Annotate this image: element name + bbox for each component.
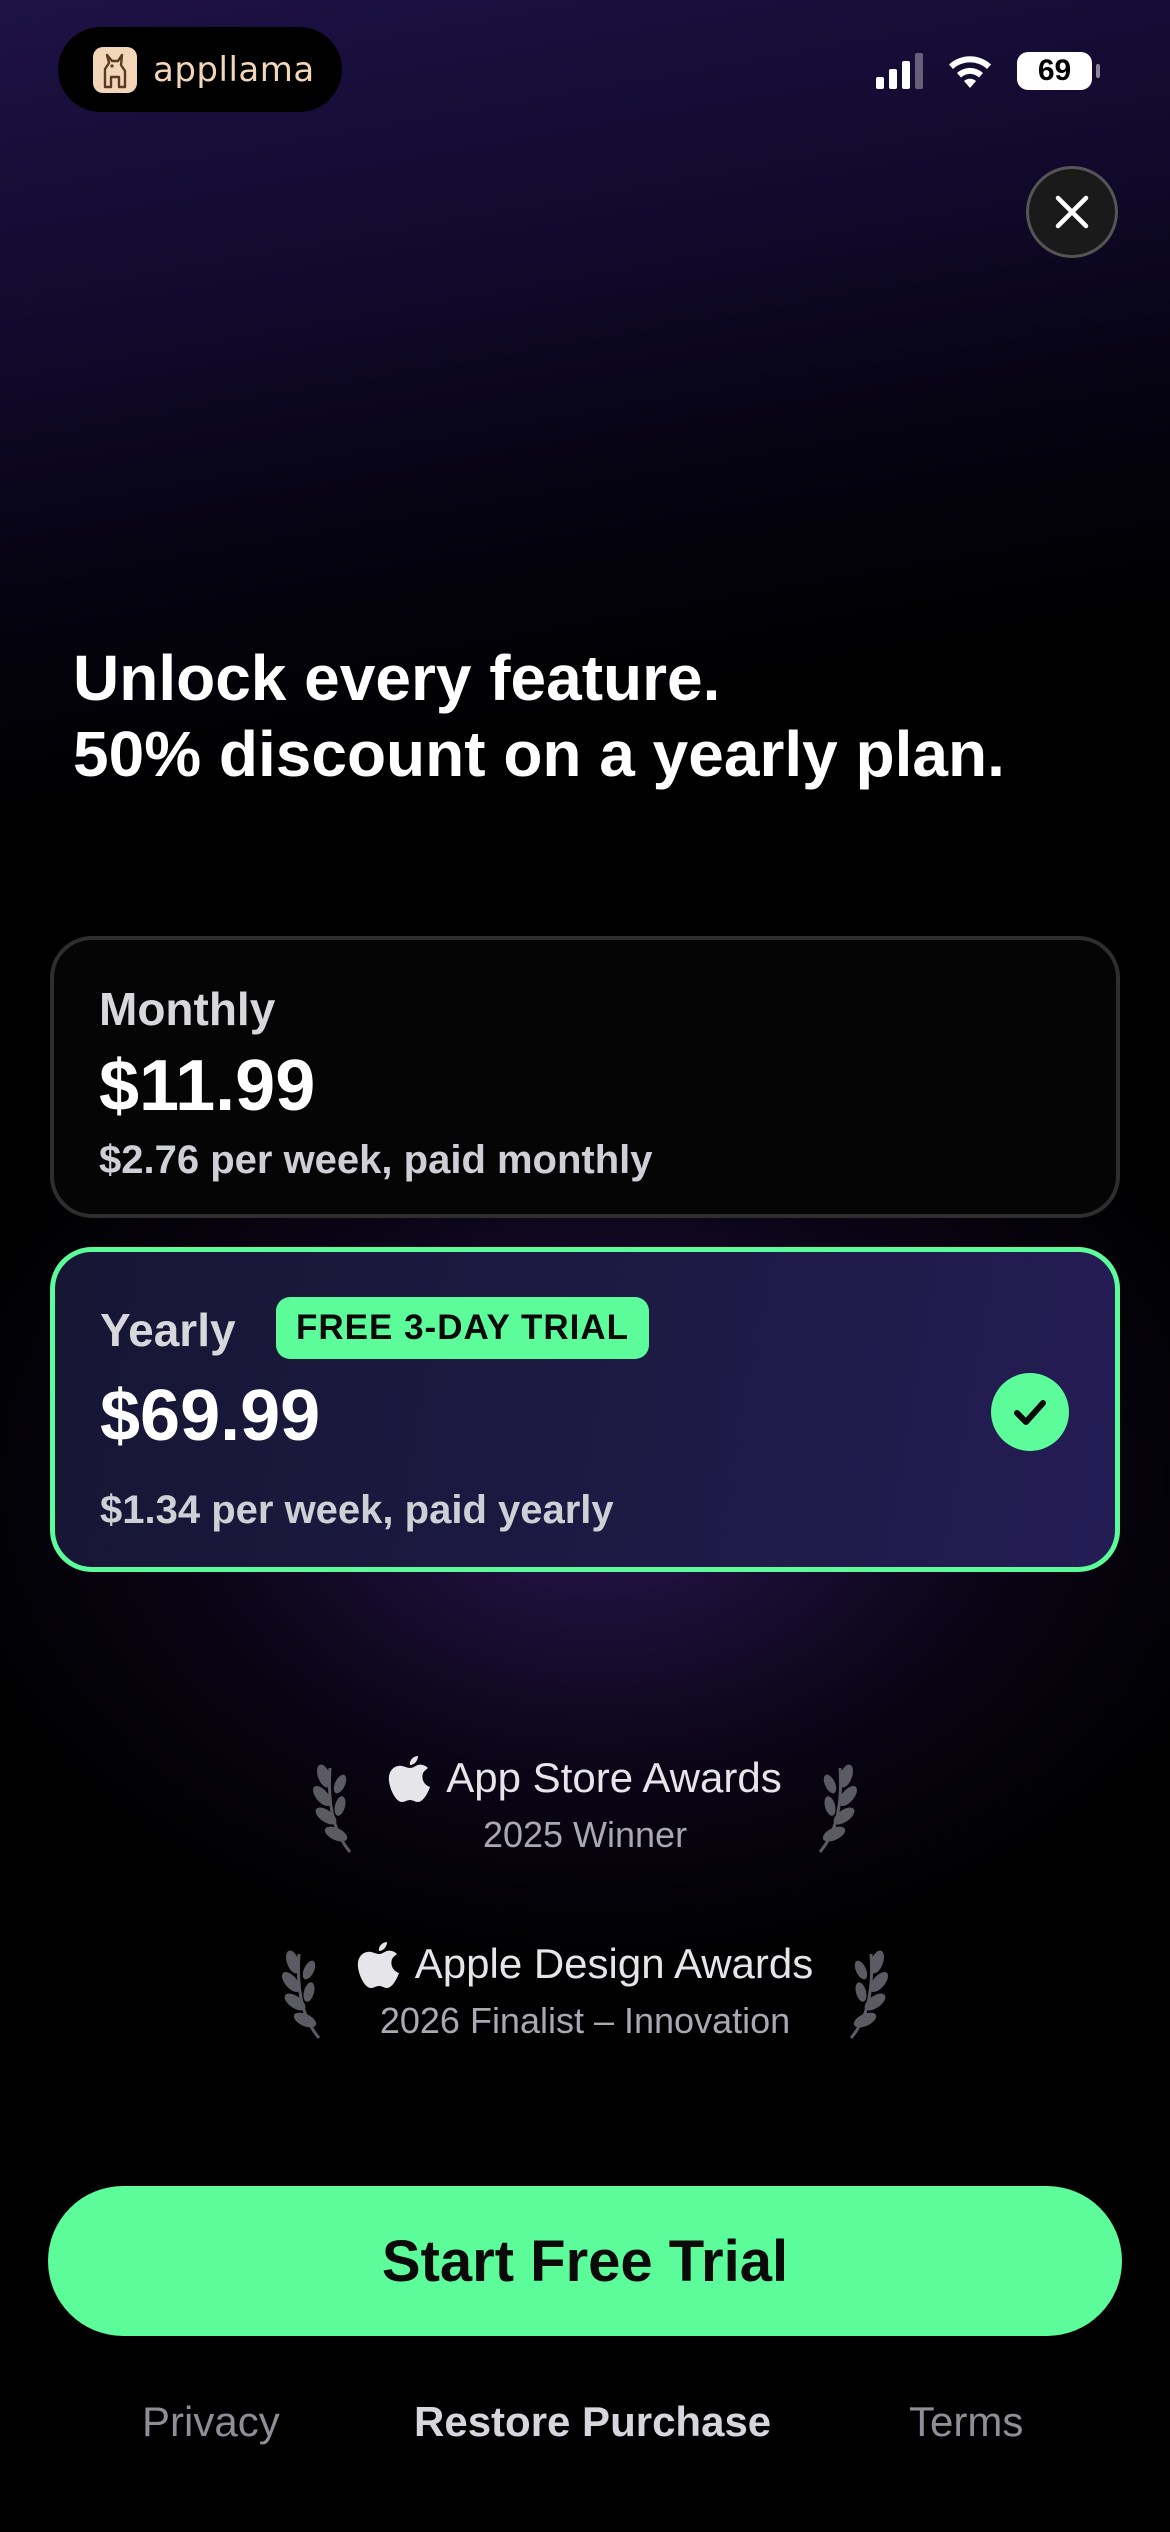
free-trial-badge: FREE 3-DAY TRIAL	[276, 1297, 649, 1359]
award-app-store: App Store Awards 2025 Winner	[0, 1752, 1170, 1856]
plan-name: Monthly	[99, 983, 276, 1035]
award-title: Apple Design Awards	[414, 1940, 814, 1987]
wifi-icon	[949, 56, 991, 88]
plan-name: Yearly	[100, 1304, 236, 1356]
plan-option-yearly[interactable]: Yearly FREE 3-DAY TRIAL $69.99 $1.34 per…	[50, 1247, 1120, 1572]
headline-line-2: 50% discount on a yearly plan.	[73, 718, 1005, 790]
close-icon	[1055, 195, 1089, 229]
start-free-trial-button[interactable]: Start Free Trial	[48, 2186, 1122, 2336]
apple-logo-icon	[389, 1756, 431, 1802]
close-button[interactable]	[1026, 166, 1118, 258]
battery-icon: 69	[1017, 52, 1100, 90]
llama-icon	[93, 46, 137, 93]
plan-price-per-week: $2.76 per week, paid monthly	[99, 1138, 653, 1182]
award-apple-design: Apple Design Awards 2026 Finalist – Inno…	[0, 1938, 1170, 2042]
status-bar-indicators: 69	[876, 52, 1100, 90]
page-title: Unlock every feature. 50% discount on a …	[73, 640, 1113, 792]
plan-option-monthly[interactable]: Monthly $11.99 $2.76 per week, paid mont…	[50, 936, 1120, 1218]
selected-check-icon	[991, 1373, 1069, 1451]
plan-price: $11.99	[99, 1046, 316, 1126]
paywall-screen: appllama 69 Unlock every feature. 50% di…	[0, 0, 1170, 2532]
app-badge: appllama	[58, 27, 342, 112]
award-title: App Store Awards	[446, 1754, 782, 1801]
terms-link[interactable]: Terms	[909, 2398, 1023, 2446]
restore-purchase-link[interactable]: Restore Purchase	[414, 2398, 771, 2446]
cellular-signal-icon	[876, 53, 923, 89]
laurel-right-icon	[818, 1764, 857, 1853]
laurel-left-icon	[313, 1764, 352, 1853]
app-name: appllama	[153, 49, 315, 90]
battery-level: 69	[1037, 54, 1072, 87]
privacy-link[interactable]: Privacy	[142, 2398, 280, 2446]
plan-price: $69.99	[100, 1376, 321, 1456]
award-subtitle: 2025 Winner	[482, 1814, 688, 1855]
award-subtitle: 2026 Finalist – Innovation	[379, 2000, 791, 2041]
laurel-right-icon	[850, 1950, 889, 2039]
plan-price-per-week: $1.34 per week, paid yearly	[100, 1488, 614, 1532]
headline-line-1: Unlock every feature.	[73, 642, 721, 714]
apple-logo-icon	[357, 1942, 399, 1988]
laurel-left-icon	[281, 1950, 320, 2039]
